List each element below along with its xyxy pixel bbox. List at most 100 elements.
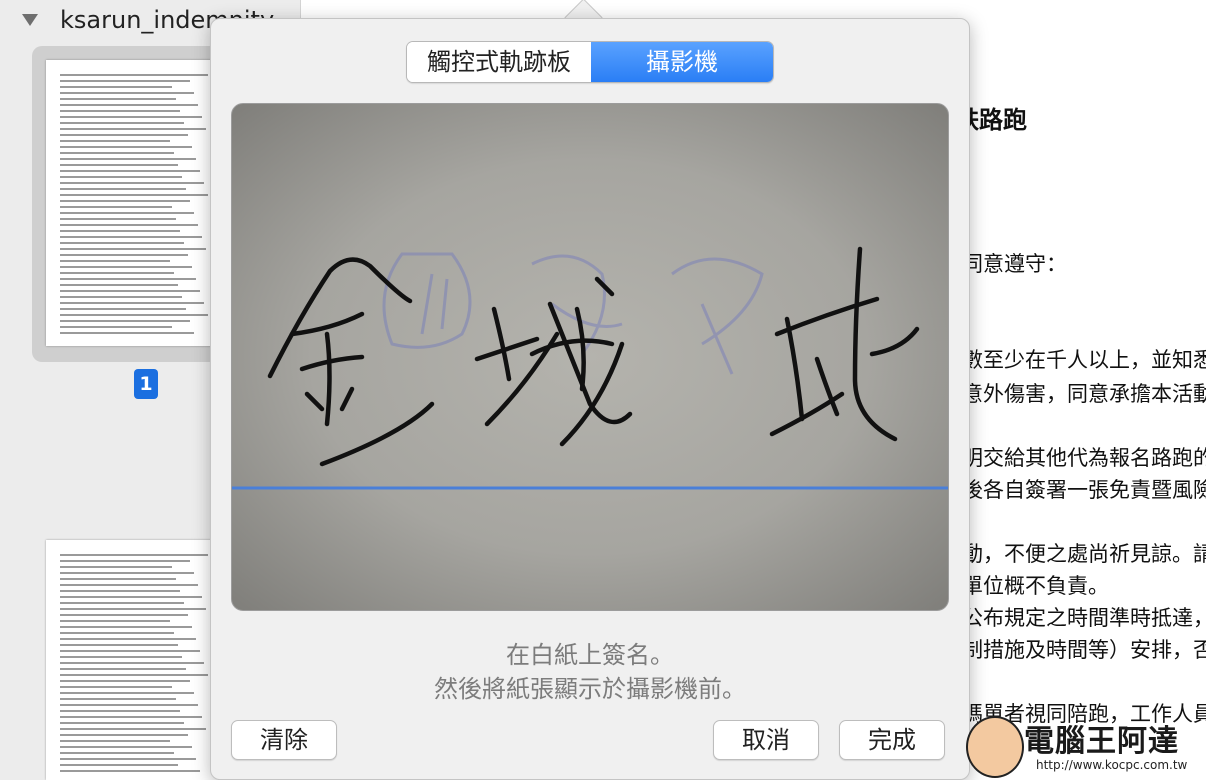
document-line: 數至少在千人以上，並知悉參 <box>962 348 1206 372</box>
cancel-button[interactable]: 取消 <box>713 720 819 760</box>
thumbnail-text-line <box>60 314 208 316</box>
signature-stroke <box>491 306 512 382</box>
thumbnail-text-line <box>60 656 182 658</box>
thumbnail-text-line <box>60 710 180 712</box>
tab-camera[interactable]: 攝影機 <box>591 42 773 82</box>
thumbnail-text-line <box>60 152 174 154</box>
thumbnail-text-line <box>60 668 186 670</box>
thumbnail-text-line <box>60 704 198 706</box>
thumbnail-text-line <box>60 140 170 142</box>
document-line: 制措施及時間等）安排，否則 <box>962 638 1206 662</box>
thumbnail-text-line <box>60 194 208 196</box>
clear-button[interactable]: 清除 <box>231 720 337 760</box>
thumbnail-text-line <box>60 266 192 268</box>
thumbnail-text-line <box>60 74 208 76</box>
thumbnail-text-line <box>60 224 198 226</box>
thumbnail-text-line <box>60 206 172 208</box>
thumbnail-text-line <box>60 182 204 184</box>
thumbnail-text-line <box>60 254 188 256</box>
signature-stroke <box>869 326 920 357</box>
thumbnail-text-line <box>60 104 198 106</box>
bleed-through-stroke <box>671 257 764 375</box>
thumbnail-text-line <box>60 284 178 286</box>
document-line: 動，不便之處尚祈見諒。請勿 <box>962 542 1206 566</box>
thumbnail-text-line <box>60 560 190 562</box>
thumbnail-text-line <box>60 242 184 244</box>
thumbnail-text-line <box>60 608 206 610</box>
thumbnail-text-line <box>60 674 208 676</box>
done-button[interactable]: 完成 <box>839 720 945 760</box>
page-thumbnail-1[interactable] <box>46 60 218 346</box>
thumbnail-text-line <box>60 332 194 334</box>
thumbnail-text-line <box>60 248 206 250</box>
signature-popover: 觸控式軌跡板 攝影機 在白紙上簽名。 然後將紙張顯示於攝影機前。 清除 取消 完… <box>210 18 970 780</box>
thumbnail-text-line <box>60 602 184 604</box>
thumbnail-text-line <box>60 116 202 118</box>
watermark-text: 電腦王阿達 <box>1024 724 1179 759</box>
thumbnail-text-line <box>60 230 180 232</box>
thumbnail-text-line <box>60 764 178 766</box>
thumbnail-text-line <box>60 290 200 292</box>
watermark-url: http://www.kocpc.com.tw <box>1036 758 1188 772</box>
thumbnail-text-line <box>60 158 196 160</box>
signature-stroke <box>774 296 880 337</box>
thumbnail-text-line <box>60 128 206 130</box>
input-mode-segmented-control[interactable]: 觸控式軌跡板 攝影機 <box>406 41 774 83</box>
thumbnail-text-line <box>60 80 190 82</box>
captured-signature-drawing <box>232 246 948 490</box>
thumbnail-text-line <box>60 218 176 220</box>
thumbnail-text-line <box>60 734 188 736</box>
thumbnail-text-line <box>60 110 180 112</box>
signature-stroke <box>852 246 898 442</box>
thumbnail-text-line <box>60 584 198 586</box>
mascot-face-icon <box>966 716 1024 778</box>
signature-stroke <box>299 354 365 372</box>
document-line: 單位概不負責。 <box>962 574 1109 598</box>
thumbnail-text-line <box>60 98 176 100</box>
instruction-line-2: 然後將紙張顯示於攝影機前。 <box>434 675 746 703</box>
thumbnail-text-line <box>60 320 190 322</box>
thumbnail-text-line <box>60 644 178 646</box>
thumbnail-text-line <box>60 680 190 682</box>
thumbnail-text-line <box>60 596 202 598</box>
thumbnail-text-line <box>60 188 186 190</box>
thumbnail-text-line <box>60 572 194 574</box>
document-line: 公布規定之時間準時抵達，活 <box>962 606 1206 630</box>
thumbnail-text-line <box>60 692 194 694</box>
page-thumbnail-2[interactable] <box>46 540 218 780</box>
tab-trackpad[interactable]: 觸控式軌跡板 <box>407 42 592 82</box>
thumbnail-text-line <box>60 122 184 124</box>
thumbnail-text-line <box>60 620 170 622</box>
thumbnail-text-line <box>60 740 170 742</box>
thumbnail-text-line <box>60 626 192 628</box>
document-line: 同意遵守： <box>962 252 1067 276</box>
thumbnail-text-line <box>60 260 170 262</box>
thumbnail-text-line <box>60 752 174 754</box>
instruction-line-1: 在白紙上簽名。 <box>506 641 674 669</box>
thumbnail-text-line <box>60 554 208 556</box>
signature-stroke <box>784 316 805 422</box>
thumbnail-text-line <box>60 698 176 700</box>
thumbnail-text-line <box>60 86 172 88</box>
document-line: 後各自簽署一張免責暨風險聲 <box>962 478 1206 502</box>
thumbnail-text-line <box>60 92 194 94</box>
thumbnail-text-line <box>60 134 188 136</box>
thumbnail-text-line <box>60 272 174 274</box>
thumbnail-text-line <box>60 278 196 280</box>
signature-stroke <box>769 391 845 437</box>
thumbnail-text-line <box>60 614 188 616</box>
thumbnail-text-line <box>60 566 172 568</box>
thumbnail-text-line <box>60 728 206 730</box>
thumbnail-text-line <box>60 662 204 664</box>
thumbnail-text-line <box>60 590 180 592</box>
thumbnail-text-line <box>60 236 202 238</box>
thumbnail-text-line <box>60 758 196 760</box>
thumbnail-text-line <box>60 746 192 748</box>
thumbnail-text-line <box>60 716 202 718</box>
thumbnail-text-line <box>60 308 186 310</box>
thumbnail-text-line <box>60 770 200 772</box>
thumbnail-text-line <box>60 164 178 166</box>
watermark-logo: 電腦王阿達 http://www.kocpc.com.tw <box>966 712 1206 780</box>
disclosure-triangle-icon[interactable] <box>22 14 38 26</box>
thumbnail-text-line <box>60 296 182 298</box>
